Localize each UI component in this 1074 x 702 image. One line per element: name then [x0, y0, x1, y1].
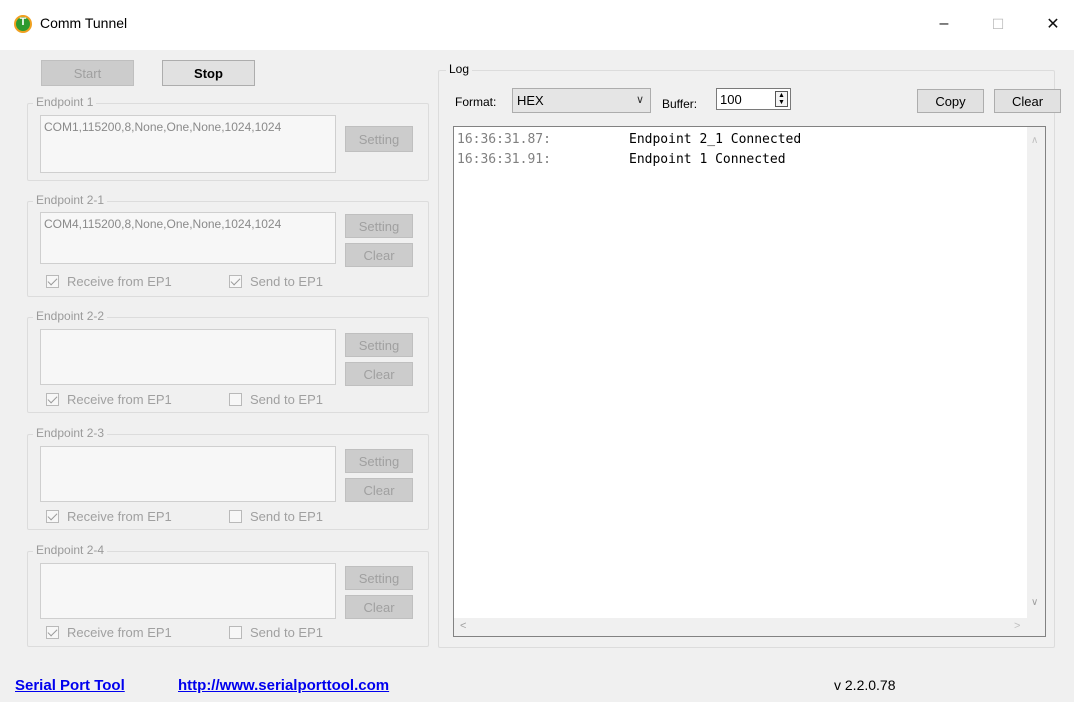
- endpoint-2-2-clear-button[interactable]: Clear: [345, 362, 413, 386]
- endpoint-2-3-setting-button[interactable]: Setting: [345, 449, 413, 473]
- endpoint-2-4-config[interactable]: [40, 563, 336, 619]
- format-value: HEX: [517, 93, 544, 108]
- app-icon: [14, 15, 32, 33]
- endpoint-2-1-clear-button[interactable]: Clear: [345, 243, 413, 267]
- checkbox-label: Send to EP1: [250, 509, 323, 524]
- log-output[interactable]: 16:36:31.87: Endpoint 2_1 Connected 16:3…: [453, 126, 1046, 637]
- log-time: 16:36:31.91:: [457, 152, 551, 167]
- checkbox-box: [46, 510, 59, 523]
- chevron-down-icon: ∨: [635, 94, 644, 106]
- endpoint-1-config[interactable]: COM1,115200,8,None,One,None,1024,1024: [40, 115, 336, 173]
- scroll-up-icon[interactable]: ∧: [1031, 135, 1038, 146]
- buffer-value: 100: [720, 91, 742, 107]
- endpoint-2-4-title: Endpoint 2-4: [33, 543, 108, 557]
- minimize-button[interactable]: –: [921, 8, 967, 40]
- endpoint-2-4-clear-button[interactable]: Clear: [345, 595, 413, 619]
- format-label: Format:: [455, 95, 497, 109]
- minimize-icon: –: [939, 15, 949, 32]
- checkbox-box: [229, 393, 242, 406]
- endpoint-2-1-setting-button[interactable]: Setting: [345, 214, 413, 238]
- checkbox-box: [229, 510, 242, 523]
- log-time: 16:36:31.87:: [457, 132, 551, 147]
- version-label: v 2.2.0.78: [834, 677, 896, 693]
- endpoint-2-3-config[interactable]: [40, 446, 336, 502]
- log-message: Endpoint 1 Connected: [629, 152, 786, 167]
- window-title: Comm Tunnel: [40, 15, 128, 31]
- checkbox-box: [229, 275, 242, 288]
- title-bar: [0, 0, 1074, 50]
- checkbox-label: Send to EP1: [250, 392, 323, 407]
- endpoint-1-title: Endpoint 1: [33, 95, 97, 109]
- horizontal-scrollbar[interactable]: < >: [454, 618, 1027, 636]
- stop-button[interactable]: Stop: [162, 60, 255, 86]
- start-button[interactable]: Start: [41, 60, 134, 86]
- format-select[interactable]: HEX ∨: [512, 88, 651, 113]
- endpoint-2-4-setting-button[interactable]: Setting: [345, 566, 413, 590]
- endpoint-2-1-config[interactable]: COM4,115200,8,None,One,None,1024,1024: [40, 212, 336, 264]
- buffer-spinner[interactable]: 100 ▲ ▼: [716, 88, 791, 110]
- checkbox-label: Send to EP1: [250, 625, 323, 640]
- log-copy-button[interactable]: Copy: [917, 89, 984, 113]
- endpoint-2-4-send-checkbox[interactable]: Send to EP1: [229, 625, 323, 640]
- checkbox-box: [229, 626, 242, 639]
- endpoint-2-1-send-checkbox[interactable]: Send to EP1: [229, 274, 323, 289]
- scroll-left-icon[interactable]: <: [460, 620, 466, 632]
- endpoint-1-setting-button[interactable]: Setting: [345, 126, 413, 152]
- endpoint-2-3-send-checkbox[interactable]: Send to EP1: [229, 509, 323, 524]
- endpoint-2-2-setting-button[interactable]: Setting: [345, 333, 413, 357]
- spinner-arrows-icon[interactable]: ▲ ▼: [775, 91, 788, 107]
- endpoint-2-1-title: Endpoint 2-1: [33, 193, 108, 207]
- endpoint-2-3-clear-button[interactable]: Clear: [345, 478, 413, 502]
- checkbox-box: [46, 393, 59, 406]
- endpoint-2-3-title: Endpoint 2-3: [33, 426, 108, 440]
- checkbox-label: Receive from EP1: [67, 274, 172, 289]
- scroll-down-icon[interactable]: ∨: [1031, 597, 1038, 608]
- close-icon: ✕: [1046, 16, 1060, 33]
- checkbox-label: Send to EP1: [250, 274, 323, 289]
- product-link[interactable]: Serial Port Tool: [15, 677, 125, 694]
- checkbox-label: Receive from EP1: [67, 392, 172, 407]
- endpoint-2-1-receive-checkbox[interactable]: Receive from EP1: [46, 274, 172, 289]
- endpoint-2-3-receive-checkbox[interactable]: Receive from EP1: [46, 509, 172, 524]
- checkbox-label: Receive from EP1: [67, 509, 172, 524]
- checkbox-label: Receive from EP1: [67, 625, 172, 640]
- close-button[interactable]: ✕: [1030, 8, 1074, 40]
- buffer-label: Buffer:: [662, 97, 698, 111]
- endpoint-2-2-send-checkbox[interactable]: Send to EP1: [229, 392, 323, 407]
- endpoint-2-2-config[interactable]: [40, 329, 336, 385]
- website-link[interactable]: http://www.serialporttool.com: [178, 677, 389, 694]
- maximize-button[interactable]: ☐: [975, 8, 1021, 40]
- log-message: Endpoint 2_1 Connected: [629, 132, 802, 147]
- endpoint-2-2-title: Endpoint 2-2: [33, 309, 108, 323]
- log-clear-button[interactable]: Clear: [994, 89, 1061, 113]
- checkbox-box: [46, 275, 59, 288]
- endpoint-2-4-receive-checkbox[interactable]: Receive from EP1: [46, 625, 172, 640]
- endpoint-2-2-receive-checkbox[interactable]: Receive from EP1: [46, 392, 172, 407]
- maximize-icon: ☐: [991, 15, 1005, 32]
- log-title: Log: [446, 62, 473, 76]
- scroll-right-icon[interactable]: >: [1014, 620, 1020, 632]
- checkbox-box: [46, 626, 59, 639]
- vertical-scrollbar[interactable]: ∧ ∨: [1027, 127, 1045, 618]
- scrollbar-corner: [1027, 618, 1045, 636]
